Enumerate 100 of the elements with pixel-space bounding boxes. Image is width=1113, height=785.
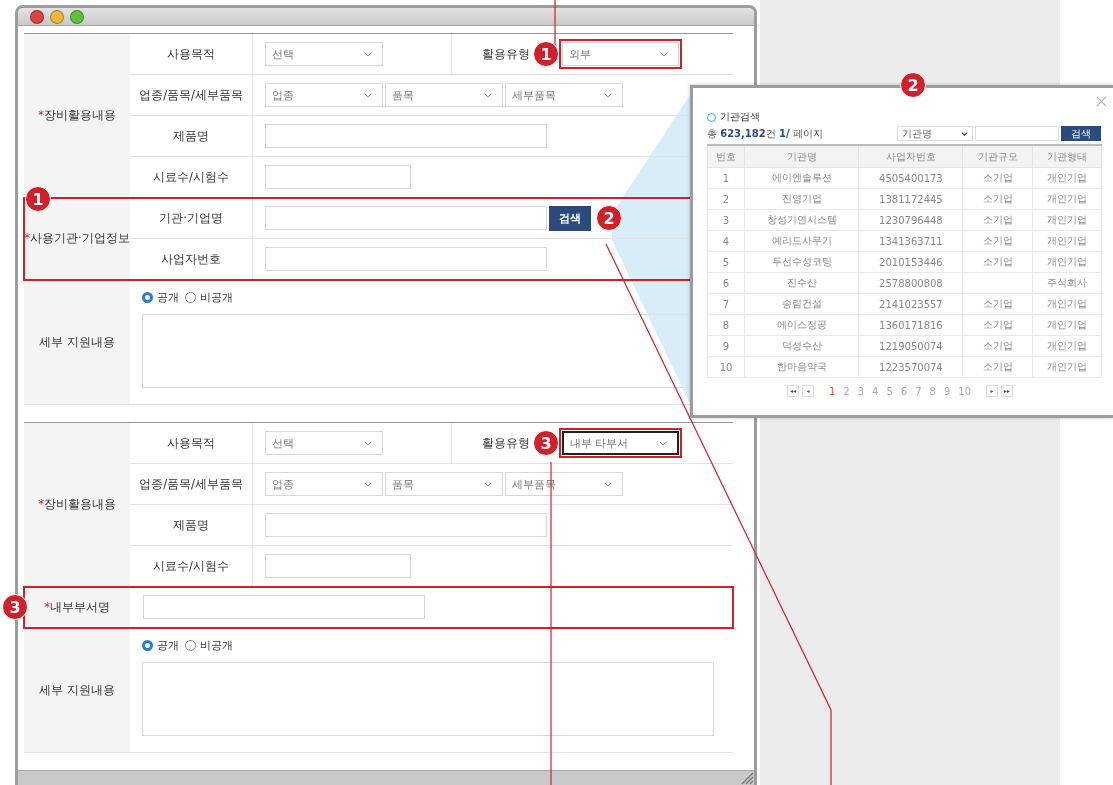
field-label: 제품명 (173, 128, 209, 144)
table-cell: 1 (707, 167, 745, 189)
select-dropdown[interactable]: 업종 (265, 472, 383, 496)
page-link[interactable]: 7 (915, 385, 922, 397)
table-cell: 1381172445 (858, 188, 963, 210)
table-cell: 예리드사무기 (744, 230, 859, 252)
radio-option[interactable]: 비공개 (185, 638, 233, 653)
table-row[interactable]: 6 진수산 2578800808 주식회사 (707, 272, 1102, 294)
table-row[interactable]: 4 예리드사무기 1341363711 소기업 개인기업 (707, 230, 1102, 252)
page-link[interactable]: 4 (872, 385, 879, 397)
field-label: 업종/품목/세부품목 (139, 87, 243, 103)
double-right-icon (1004, 389, 1011, 393)
table-cell: 소기업 (962, 167, 1033, 189)
field-label: 제품명 (173, 517, 209, 533)
minimize-button[interactable] (50, 9, 64, 24)
table-row[interactable]: 9 덕성수산 1219050074 소기업 개인기업 (707, 335, 1102, 357)
page-link[interactable]: 8 (929, 385, 936, 397)
select-dropdown[interactable]: 품목 (385, 472, 503, 496)
select-dropdown[interactable]: 외부 (562, 42, 679, 66)
select-dropdown[interactable]: 선택 (265, 42, 383, 66)
table-cell: 6 (707, 272, 745, 294)
table-row[interactable]: 5 두선수성코팅 2010153446 소기업 개인기업 (707, 251, 1102, 273)
table-cell: 4505400173 (858, 167, 963, 189)
page-link[interactable]: 1 (828, 385, 836, 397)
table-row[interactable]: 3 창성기연시스템 1230796448 소기업 개인기업 (707, 209, 1102, 231)
select-dropdown[interactable]: 품목 (385, 83, 503, 107)
table-cell: 소기업 (962, 356, 1033, 378)
column-header: 기관명 (744, 145, 859, 168)
callout-badge: 1 (533, 41, 559, 67)
table-cell: 2010153446 (858, 251, 963, 273)
table-cell: 1223570074 (858, 356, 963, 378)
table-cell: 소기업 (962, 314, 1033, 336)
text-input[interactable] (265, 247, 547, 271)
page-link[interactable]: 2 (843, 385, 850, 397)
zoom-button[interactable] (70, 9, 84, 24)
resize-grip-icon (740, 771, 754, 785)
first-page-button[interactable] (786, 385, 799, 397)
page-link[interactable]: 3 (857, 385, 865, 397)
close-icon[interactable] (1096, 96, 1107, 107)
column-header: 번호 (707, 145, 745, 168)
radio-option[interactable]: 공개 (142, 290, 179, 305)
field-label: 업종/품목/세부품목 (139, 476, 243, 492)
text-input[interactable] (265, 206, 547, 230)
field-label: 사업자번호 (161, 251, 221, 267)
text-area[interactable] (142, 662, 714, 736)
table-cell: 개인기업 (1032, 188, 1102, 210)
table-cell: 소기업 (962, 335, 1033, 357)
text-input[interactable] (265, 124, 547, 148)
table-row[interactable]: 8 에이스정공 1360171816 소기업 개인기업 (707, 314, 1102, 336)
search-button[interactable]: 검색 (1061, 126, 1101, 141)
table-cell: 1341363711 (858, 230, 963, 252)
table-row[interactable]: 10 한마음약국 1223570074 소기업 개인기업 (707, 356, 1102, 378)
page-link[interactable]: 10 (958, 385, 972, 397)
page-link[interactable]: 6 (900, 385, 908, 397)
column-header: 기관형태 (1032, 145, 1102, 168)
page-link[interactable]: 9 (943, 385, 951, 397)
select-dropdown[interactable]: 세부품목 (505, 83, 623, 107)
section-label: *내부부서명 (44, 599, 110, 615)
search-button[interactable]: 검색 (549, 205, 591, 231)
table-cell: 소기업 (962, 230, 1033, 252)
chevron-down-icon (660, 51, 668, 57)
select-dropdown[interactable]: 선택 (265, 431, 383, 455)
table-cell: 7 (707, 293, 745, 315)
text-input[interactable] (265, 165, 411, 189)
table-cell: 1219050074 (858, 335, 963, 357)
table-cell: 개인기업 (1032, 209, 1102, 231)
text-input[interactable] (265, 554, 411, 578)
search-input[interactable] (975, 126, 1059, 141)
radio-option[interactable]: 비공개 (185, 290, 233, 305)
table-row[interactable]: 1 에이엔솔루션 4505400173 소기업 개인기업 (707, 167, 1102, 189)
page-link[interactable]: 5 (886, 385, 893, 397)
table-cell: 소기업 (962, 251, 1033, 273)
radio-option[interactable]: 공개 (142, 638, 179, 653)
close-button[interactable] (30, 9, 44, 24)
last-page-button[interactable] (1001, 385, 1014, 397)
double-left-icon (789, 389, 796, 393)
chevron-down-icon (364, 481, 372, 487)
chevron-down-icon (659, 440, 667, 446)
table-cell: 4 (707, 230, 745, 252)
table-cell: 진영기업 (744, 188, 859, 210)
table-cell: 10 (707, 356, 745, 378)
callout-badge: 3 (2, 594, 28, 620)
table-cell: 5 (707, 251, 745, 273)
table-cell: 에이스정공 (744, 314, 859, 336)
table-row[interactable]: 7 송림건설 2141023557 소기업 개인기업 (707, 293, 1102, 315)
chevron-down-icon (604, 481, 612, 487)
column-header: 기관규모 (962, 145, 1033, 168)
right-icon (989, 389, 996, 393)
text-input[interactable] (143, 595, 425, 619)
table-cell: 1360171816 (858, 314, 963, 336)
section-label: *장비활용내용 (38, 497, 116, 512)
popup-title: 기관검색 (720, 110, 760, 124)
select-dropdown[interactable]: 내부 타부서 (562, 431, 679, 455)
text-input[interactable] (265, 513, 547, 537)
table-row[interactable]: 2 진영기업 1381172445 소기업 개인기업 (707, 188, 1102, 210)
field-label: 사용목적 (167, 435, 215, 451)
select-dropdown[interactable]: 업종 (265, 83, 383, 107)
result-count: 총 623,182건 1/ 페이지 (707, 126, 823, 141)
search-type-select[interactable]: 기관명 (897, 126, 973, 141)
table-cell: 개인기업 (1032, 335, 1102, 357)
